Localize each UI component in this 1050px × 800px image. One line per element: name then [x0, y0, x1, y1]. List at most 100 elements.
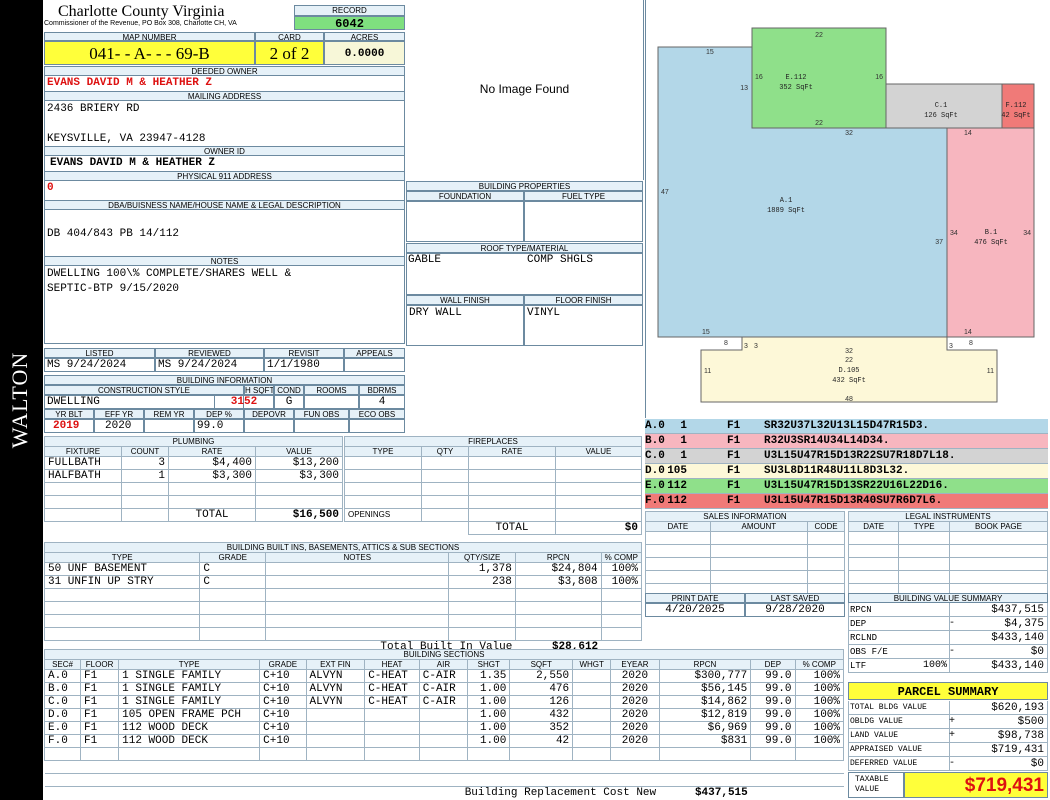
bdrms-label: BDRMS: [359, 385, 405, 395]
sections-cell: B.0: [43, 682, 82, 696]
summary-row: DEP - $4,375: [848, 617, 1048, 631]
sections-cell: 100%: [794, 721, 845, 735]
dim-label: 3: [949, 343, 953, 350]
summary-row: TOTAL BLDG VALUE $620,193: [848, 701, 1048, 715]
no-image-text: No Image Found: [479, 82, 570, 96]
reviewed-label: REVIEWED: [155, 348, 264, 358]
summary-label: OBS F/E: [850, 647, 888, 657]
legend-code: B.0: [645, 435, 665, 447]
dim-label: 22: [815, 120, 823, 127]
dim-label: 3: [754, 343, 758, 350]
summary-row: OBLDG VALUE + $500: [848, 715, 1048, 729]
legend-path: SR32U37L32U13L15D47R15D3.: [764, 420, 930, 432]
legend-num: 112: [667, 480, 687, 492]
print-date-label: PRINT DATE: [645, 593, 745, 603]
fireplaces-header: QTY: [421, 446, 469, 457]
summary-sign: -: [949, 758, 956, 769]
sections-cell: 1.00: [467, 708, 511, 722]
sections-header: GRADE: [259, 659, 307, 670]
sections-cell: [572, 708, 612, 722]
plumbing-title: PLUMBING: [44, 436, 343, 447]
sections-cell: C.0: [43, 695, 82, 709]
legend-num: 1: [680, 420, 687, 432]
sections-cell: 476: [509, 682, 574, 696]
sections-header: AIR: [418, 659, 469, 670]
fuel-type-label: FUEL TYPE: [524, 191, 643, 201]
sections-cell: 432: [509, 708, 574, 722]
value-summary-title: BUILDING VALUE SUMMARY: [848, 593, 1048, 603]
legend-path: SU3L8D11R48U11L8D3L32.: [764, 465, 910, 477]
summary-label: RCLND: [850, 633, 878, 643]
summary-sign: -: [949, 646, 956, 657]
replacement-cost-value: $437,515: [694, 787, 748, 799]
fireplaces-total-label: TOTAL: [468, 521, 556, 535]
dim-label: 34: [950, 230, 958, 237]
fireplaces-header: VALUE: [555, 446, 642, 457]
sections-cell: C+10: [259, 695, 307, 709]
builtins-table: BUILDING BUILT INS, BASEMENTS, ATTICS & …: [43, 542, 643, 653]
sections-cell: 99.0: [750, 682, 796, 696]
dim-label: 11: [704, 368, 711, 375]
sections-cell: C+10: [259, 669, 307, 683]
fireplaces-header: TYPE: [344, 446, 422, 457]
sections-header: EXT FIN: [305, 659, 366, 670]
summary-value: $0: [1030, 758, 1044, 770]
county-subtitle: Commissioner of the Revenue, PO Box 308,…: [44, 20, 237, 27]
legend-path: U3L15U47R15D13R40SU7R6D7L6.: [764, 495, 943, 507]
plumbing-total-row: TOTAL $16,500: [44, 508, 343, 522]
remyr-value: [144, 419, 194, 433]
sections-cell: 100%: [794, 669, 845, 683]
sections-header: EYEAR: [610, 659, 660, 670]
table-row: 31 UNFIN UP STRY C 238 $3,808 100%: [43, 575, 643, 589]
legend-num: 112: [667, 495, 687, 507]
sales-header: DATE: [645, 521, 711, 532]
plumbing-table: PLUMBING FIXTURE COUNT RATE VALUE FULLBA…: [44, 436, 343, 522]
legend-row: B.0 1 F1 R32U3SR14U34L14D34.: [645, 434, 1048, 449]
sections-cell: C-AIR: [418, 682, 469, 696]
dim-label: 16: [755, 74, 763, 81]
summary-label: DEFERRED VALUE: [850, 759, 918, 768]
sections-cell: C-AIR: [418, 669, 469, 683]
sections-cell: $14,862: [658, 695, 752, 709]
summary-label: APPRAISED VALUE: [850, 745, 923, 754]
sketch-f-name: F.112: [1005, 102, 1026, 110]
dim-label: 37: [935, 239, 943, 246]
district-name: WALTON: [7, 351, 32, 449]
dim-label: 32: [845, 348, 853, 355]
summary-value: $620,193: [991, 702, 1044, 714]
sketch-svg: E.112 352 SqFt A.1 1889 SqFt C.1 126 SqF…: [657, 27, 1035, 403]
summary-value: $433,140: [991, 660, 1044, 672]
table-row: HALFBATH 1 $3,300 $3,300: [44, 469, 343, 483]
table-row: 50 UNF BASEMENT C 1,378 $24,804 100%: [43, 562, 643, 576]
owner-block-frame: [44, 66, 405, 344]
legend-num: 1: [680, 450, 687, 462]
sections-cell: E.0: [43, 721, 82, 735]
sections-cell: 1 SINGLE FAMILY: [118, 669, 261, 683]
rooms-label: ROOMS: [304, 385, 359, 395]
sections-header: TYPE: [118, 659, 261, 670]
summary-sign: +: [949, 716, 956, 727]
parcel-summary-title: PARCEL SUMMARY: [848, 682, 1048, 700]
sections-cell: $56,145: [658, 682, 752, 696]
dim-label: 13: [740, 85, 748, 92]
summary-label: DEP: [850, 619, 867, 629]
sections-cell: [418, 734, 469, 748]
cond-label: COND: [274, 385, 304, 395]
sections-cell: [418, 708, 469, 722]
summary-label: TOTAL BLDG VALUE: [850, 703, 927, 712]
dim-label: 15: [702, 329, 710, 336]
builtins-header: RPCN: [514, 552, 602, 563]
table-row: A.0 F1 1 SINGLE FAMILY C+10 ALVYN C-HEAT C-AIR…: [43, 669, 845, 683]
dim-label: 14: [964, 329, 972, 336]
taxable-label-1: TAXABLE: [855, 775, 889, 784]
wall-finish-value: DRY WALL: [406, 305, 524, 346]
plumbing-cell: $3,300: [255, 469, 343, 483]
openings-label: OPENINGS: [344, 508, 422, 522]
hsqft-value: 3152: [214, 395, 274, 409]
dim-label: 34: [1023, 230, 1031, 237]
district-sidebar: WALTON: [0, 0, 43, 800]
legal-header: TYPE: [898, 521, 950, 532]
foundation-label: FOUNDATION: [406, 191, 524, 201]
summary-row: LAND VALUE + $98,738: [848, 729, 1048, 743]
sections-cell: 1.00: [467, 734, 511, 748]
